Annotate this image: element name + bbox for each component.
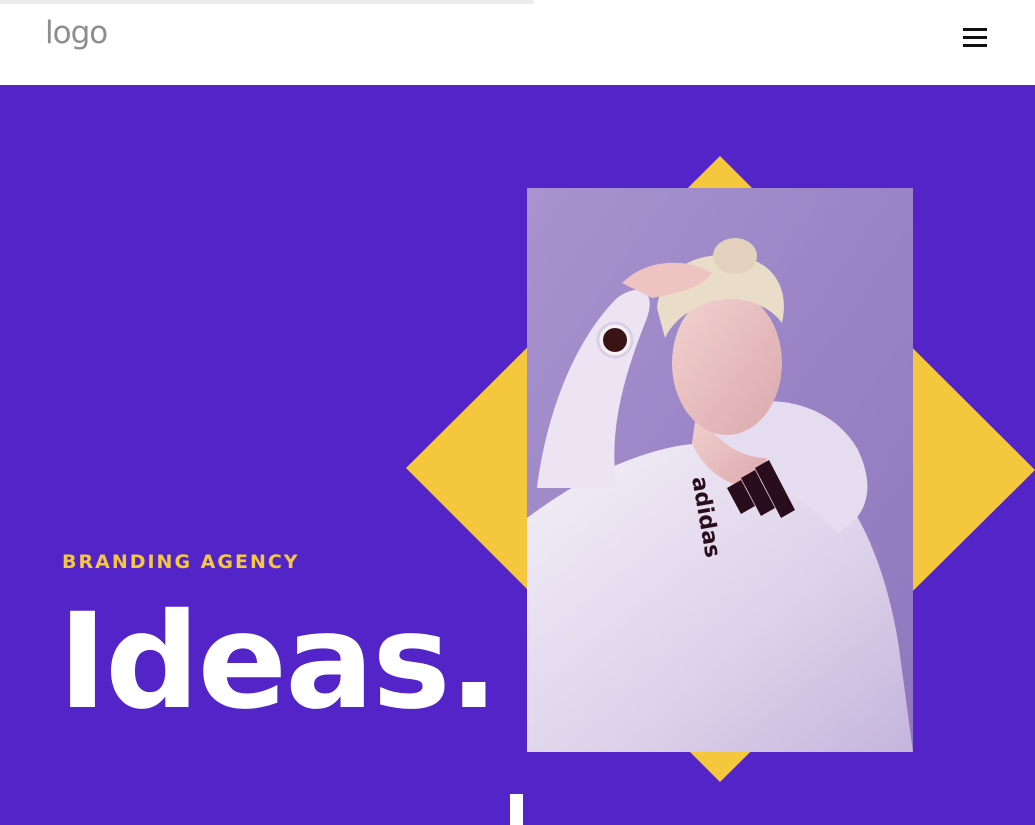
scroll-indicator[interactable] <box>510 794 523 825</box>
photo-illustration: adidas <box>527 188 913 752</box>
page: logo BRANDING AGENCY Ideas. adidas <box>0 0 1035 825</box>
hero-headline: Ideas. <box>58 585 499 739</box>
hero-eyebrow: BRANDING AGENCY <box>62 551 300 573</box>
hero-photo: adidas <box>527 188 913 752</box>
